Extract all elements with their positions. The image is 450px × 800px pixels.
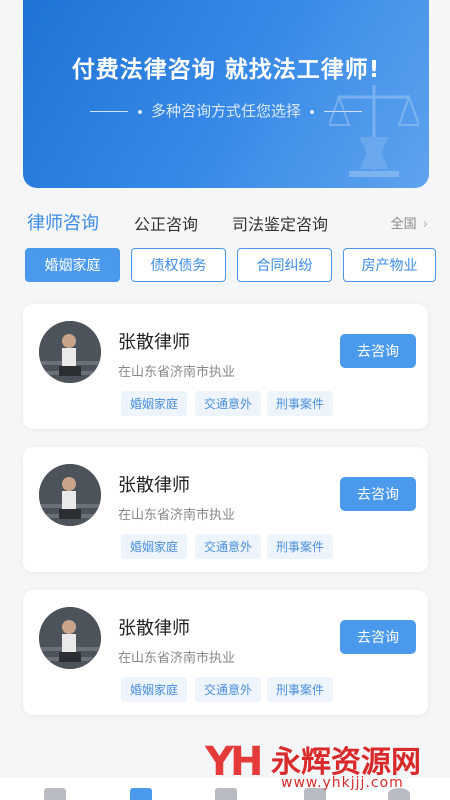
dot	[138, 109, 143, 114]
avatar-photo	[39, 607, 101, 669]
category-tabs: 律师咨询 公正咨询 司法鉴定咨询 全国 ›	[0, 205, 450, 241]
tab-judicial-appraisal-consult[interactable]: 司法鉴定咨询	[232, 211, 328, 235]
avatar	[39, 321, 101, 383]
tag: 婚姻家庭	[121, 534, 188, 559]
watermark: YH 永辉资源网 www.yhkjjj.com	[205, 735, 450, 795]
watermark-logo: YH	[205, 739, 263, 785]
consult-button[interactable]: 去咨询	[340, 620, 416, 654]
region-label: 全国	[390, 217, 417, 232]
tag: 婚姻家庭	[121, 391, 188, 416]
tab-notary-consult[interactable]: 公正咨询	[134, 211, 198, 235]
tag: 刑事案件	[267, 534, 334, 559]
tag: 交通意外	[195, 534, 262, 559]
tag: 交通意外	[195, 391, 262, 416]
lawyer-location: 在山东省济南市执业	[118, 508, 236, 523]
lawyer-card[interactable]: 张散律师 在山东省济南市执业 婚姻家庭 交通意外 刑事案件 去咨询	[23, 590, 428, 715]
banner[interactable]: 付费法律咨询 就找法工律师! 多种咨询方式任您选择	[23, 0, 429, 188]
scale-of-justice-icon	[329, 85, 419, 177]
tag: 交通意外	[195, 677, 262, 702]
chip-contract-dispute[interactable]: 合同纠纷	[237, 248, 332, 282]
lawyer-name: 张散律师	[118, 618, 190, 639]
region-selector[interactable]: 全国 ›	[391, 213, 428, 232]
avatar	[39, 464, 101, 526]
tag: 婚姻家庭	[121, 677, 188, 702]
lawyer-location: 在山东省济南市执业	[118, 651, 236, 666]
lawyer-card[interactable]: 张散律师 在山东省济南市执业 婚姻家庭 交通意外 刑事案件 去咨询	[23, 304, 428, 429]
consult-nav-icon[interactable]	[130, 788, 152, 800]
chip-real-estate[interactable]: 房产物业	[343, 248, 436, 282]
tag: 刑事案件	[267, 677, 334, 702]
consult-button[interactable]: 去咨询	[340, 334, 416, 368]
dot	[309, 109, 314, 114]
watermark-url: www.yhkjjj.com	[281, 775, 404, 791]
lawyer-location: 在山东省济南市执业	[118, 365, 236, 380]
tag: 刑事案件	[267, 391, 334, 416]
divider	[90, 111, 129, 112]
lawyer-card[interactable]: 张散律师 在山东省济南市执业 婚姻家庭 交通意外 刑事案件 去咨询	[23, 447, 428, 572]
chevron-right-icon: ›	[422, 217, 428, 232]
lawyer-name: 张散律师	[118, 475, 190, 496]
tab-lawyer-consult[interactable]: 律师咨询	[27, 209, 99, 235]
avatar-photo	[39, 464, 101, 526]
banner-subtitle-text: 多种咨询方式任您选择	[150, 102, 301, 120]
consult-button[interactable]: 去咨询	[340, 477, 416, 511]
avatar	[39, 607, 101, 669]
lawyer-name: 张散律师	[118, 332, 190, 353]
chip-debt[interactable]: 债权债务	[131, 248, 226, 282]
specialty-filter: 婚姻家庭 债权债务 合同纠纷 房产物业	[25, 248, 440, 284]
home-icon[interactable]	[44, 788, 66, 800]
avatar-photo	[39, 321, 101, 383]
chip-marriage-family[interactable]: 婚姻家庭	[25, 248, 120, 282]
